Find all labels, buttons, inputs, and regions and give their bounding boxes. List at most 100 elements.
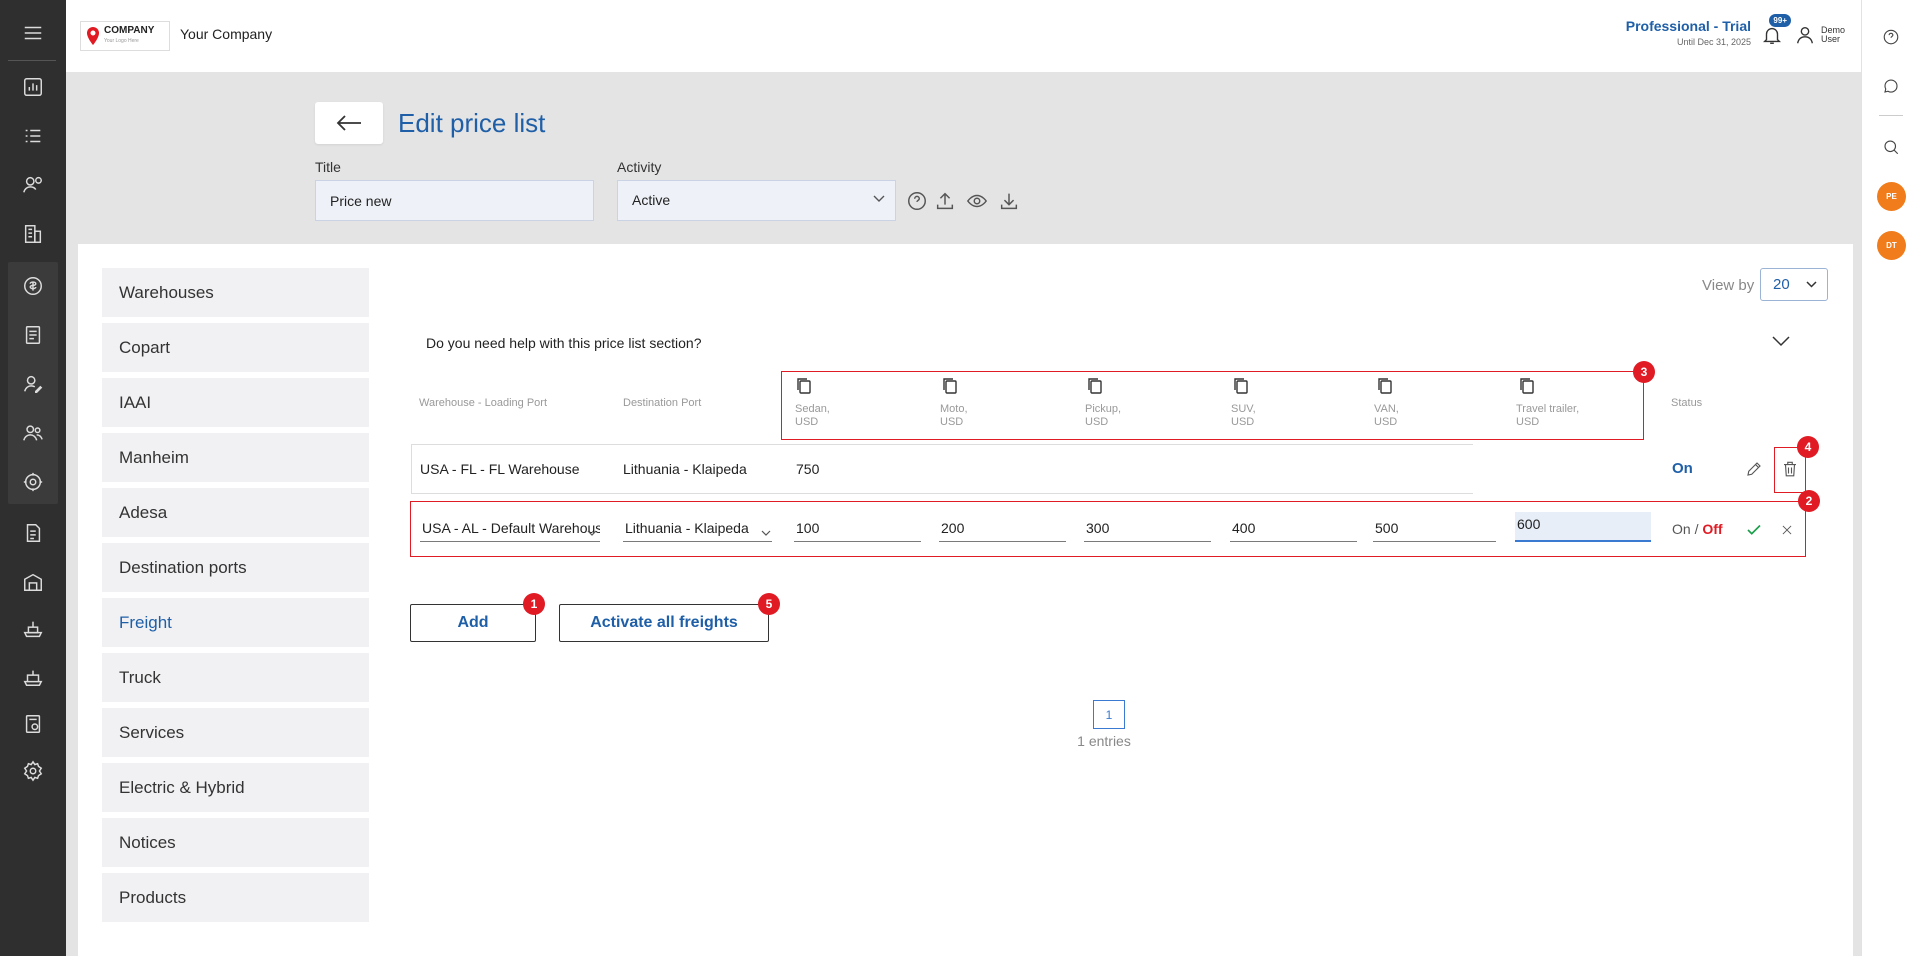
copy-icon[interactable]	[1519, 377, 1537, 397]
col-header-pickup: Pickup, USD	[1085, 403, 1121, 429]
help-circle-icon[interactable]	[1879, 25, 1903, 49]
category-adesa[interactable]: Adesa	[102, 488, 369, 537]
category-products[interactable]: Products	[102, 873, 369, 922]
right-sidebar: PE DT	[1861, 0, 1919, 956]
search-icon[interactable]	[1879, 135, 1903, 159]
col-sedan-name: Sedan,	[795, 403, 830, 415]
activate-all-freights-button[interactable]: Activate all freights	[559, 604, 769, 642]
title-input[interactable]	[315, 180, 594, 221]
copy-icon[interactable]	[796, 377, 814, 397]
category-iaai[interactable]: IAAI	[102, 378, 369, 427]
upload-icon[interactable]	[932, 188, 958, 214]
main-panel: Warehouses Copart IAAI Manheim Adesa Des…	[78, 244, 1853, 956]
col-trailer-name: Travel trailer,	[1516, 403, 1580, 415]
trash-icon[interactable]	[1779, 458, 1801, 480]
page-button-1[interactable]: 1	[1093, 700, 1125, 729]
pencil-icon[interactable]	[1743, 458, 1765, 480]
calculator-settings-icon[interactable]	[18, 709, 48, 739]
activity-value: Active	[632, 192, 671, 208]
copy-icon[interactable]	[942, 377, 960, 397]
plan-title: Professional - Trial	[1625, 18, 1751, 34]
travel-trailer-price-input[interactable]: 600	[1515, 512, 1651, 542]
eye-icon[interactable]	[964, 188, 990, 214]
chevron-down-icon	[873, 195, 885, 202]
status-on-option[interactable]: On	[1672, 521, 1691, 537]
add-button[interactable]: Add	[410, 604, 536, 642]
col-suv-name: SUV,	[1231, 403, 1256, 415]
back-button[interactable]	[315, 102, 383, 144]
chat-icon[interactable]	[1879, 74, 1903, 98]
document-list-icon[interactable]	[18, 320, 48, 350]
col-pickup-unit: USD	[1085, 416, 1109, 428]
view-by-label: View by	[1702, 277, 1755, 294]
help-circle-icon[interactable]	[904, 188, 930, 214]
col-header-destination: Destination Port	[623, 397, 702, 409]
category-manheim[interactable]: Manheim	[102, 433, 369, 482]
warehouse-select[interactable]: USA - AL - Default Warehouse	[420, 516, 600, 542]
user-group-icon[interactable]	[18, 418, 48, 448]
marker-4: 4	[1797, 436, 1819, 458]
checkmark-icon[interactable]	[1743, 519, 1765, 541]
gear-icon[interactable]	[18, 756, 48, 786]
user-profile-icon[interactable]	[1794, 24, 1816, 46]
container-ship-icon[interactable]	[18, 614, 48, 644]
category-electric-hybrid[interactable]: Electric & Hybrid	[102, 763, 369, 812]
user-last-name: User	[1821, 34, 1841, 44]
chevron-down-icon	[587, 530, 597, 536]
marker-5: 5	[758, 593, 780, 615]
highlight-box-3	[781, 371, 1644, 440]
hamburger-menu-icon[interactable]	[18, 18, 48, 48]
close-icon[interactable]	[1776, 519, 1798, 541]
logo-wordmark: COMPANY	[104, 25, 155, 36]
pickup-price-input[interactable]: 300	[1084, 516, 1211, 542]
status-toggle[interactable]: On / Off	[1672, 521, 1723, 537]
dashboard-chart-icon[interactable]	[18, 72, 48, 102]
users-search-icon[interactable]	[18, 170, 48, 200]
left-sidebar	[0, 0, 66, 956]
category-warehouses[interactable]: Warehouses	[102, 268, 369, 317]
entries-count: 1 entries	[1077, 733, 1131, 749]
suv-price-input[interactable]: 400	[1230, 516, 1357, 542]
buildings-icon[interactable]	[18, 219, 48, 249]
checklist-icon[interactable]	[18, 121, 48, 151]
activity-select[interactable]: Active	[617, 180, 896, 221]
help-question[interactable]: Do you need help with this price list se…	[426, 335, 701, 351]
moto-price-input[interactable]: 200	[939, 516, 1066, 542]
top-header: COMPANY Your Logo Here Your Company Profe…	[66, 0, 1861, 72]
avatar-pe[interactable]: PE	[1877, 182, 1906, 211]
ship-icon[interactable]	[18, 662, 48, 692]
status-off-option[interactable]: Off	[1702, 521, 1722, 537]
invoice-icon[interactable]	[18, 518, 48, 548]
category-destination-ports[interactable]: Destination ports	[102, 543, 369, 592]
bell-icon[interactable]	[1761, 24, 1783, 46]
sedan-price-input[interactable]: 100	[794, 516, 921, 542]
copy-icon[interactable]	[1233, 377, 1251, 397]
user-edit-icon[interactable]	[18, 369, 48, 399]
avatar-dt[interactable]: DT	[1877, 231, 1906, 260]
download-icon[interactable]	[996, 188, 1022, 214]
marker-1: 1	[523, 593, 545, 615]
col-header-warehouse: Warehouse - Loading Port	[419, 397, 547, 409]
copy-icon[interactable]	[1377, 377, 1395, 397]
plan-info[interactable]: Professional - Trial Until Dec 31, 2025	[1626, 18, 1751, 47]
user-name[interactable]: Demo User	[1821, 26, 1851, 44]
category-truck[interactable]: Truck	[102, 653, 369, 702]
copy-icon[interactable]	[1087, 377, 1105, 397]
category-services[interactable]: Services	[102, 708, 369, 757]
warehouse-box-icon[interactable]	[18, 567, 48, 597]
col-header-travel-trailer: Travel trailer, USD	[1516, 403, 1579, 429]
settings-dollar-icon[interactable]	[18, 467, 48, 497]
chevron-down-icon[interactable]	[1772, 336, 1790, 347]
category-copart[interactable]: Copart	[102, 323, 369, 372]
col-header-suv: SUV, USD	[1231, 403, 1256, 429]
category-notices[interactable]: Notices	[102, 818, 369, 867]
col-sedan-unit: USD	[795, 416, 819, 428]
company-logo[interactable]: COMPANY Your Logo Here	[80, 21, 170, 51]
view-by-select[interactable]: 20	[1760, 268, 1828, 301]
category-freight[interactable]: Freight	[102, 598, 369, 647]
van-price-input[interactable]: 500	[1373, 516, 1496, 542]
destination-select[interactable]: Lithuania - Klaipeda	[623, 516, 772, 542]
row-status-on[interactable]: On	[1672, 460, 1693, 477]
col-moto-unit: USD	[940, 416, 964, 428]
dollar-cycle-icon[interactable]	[18, 271, 48, 301]
